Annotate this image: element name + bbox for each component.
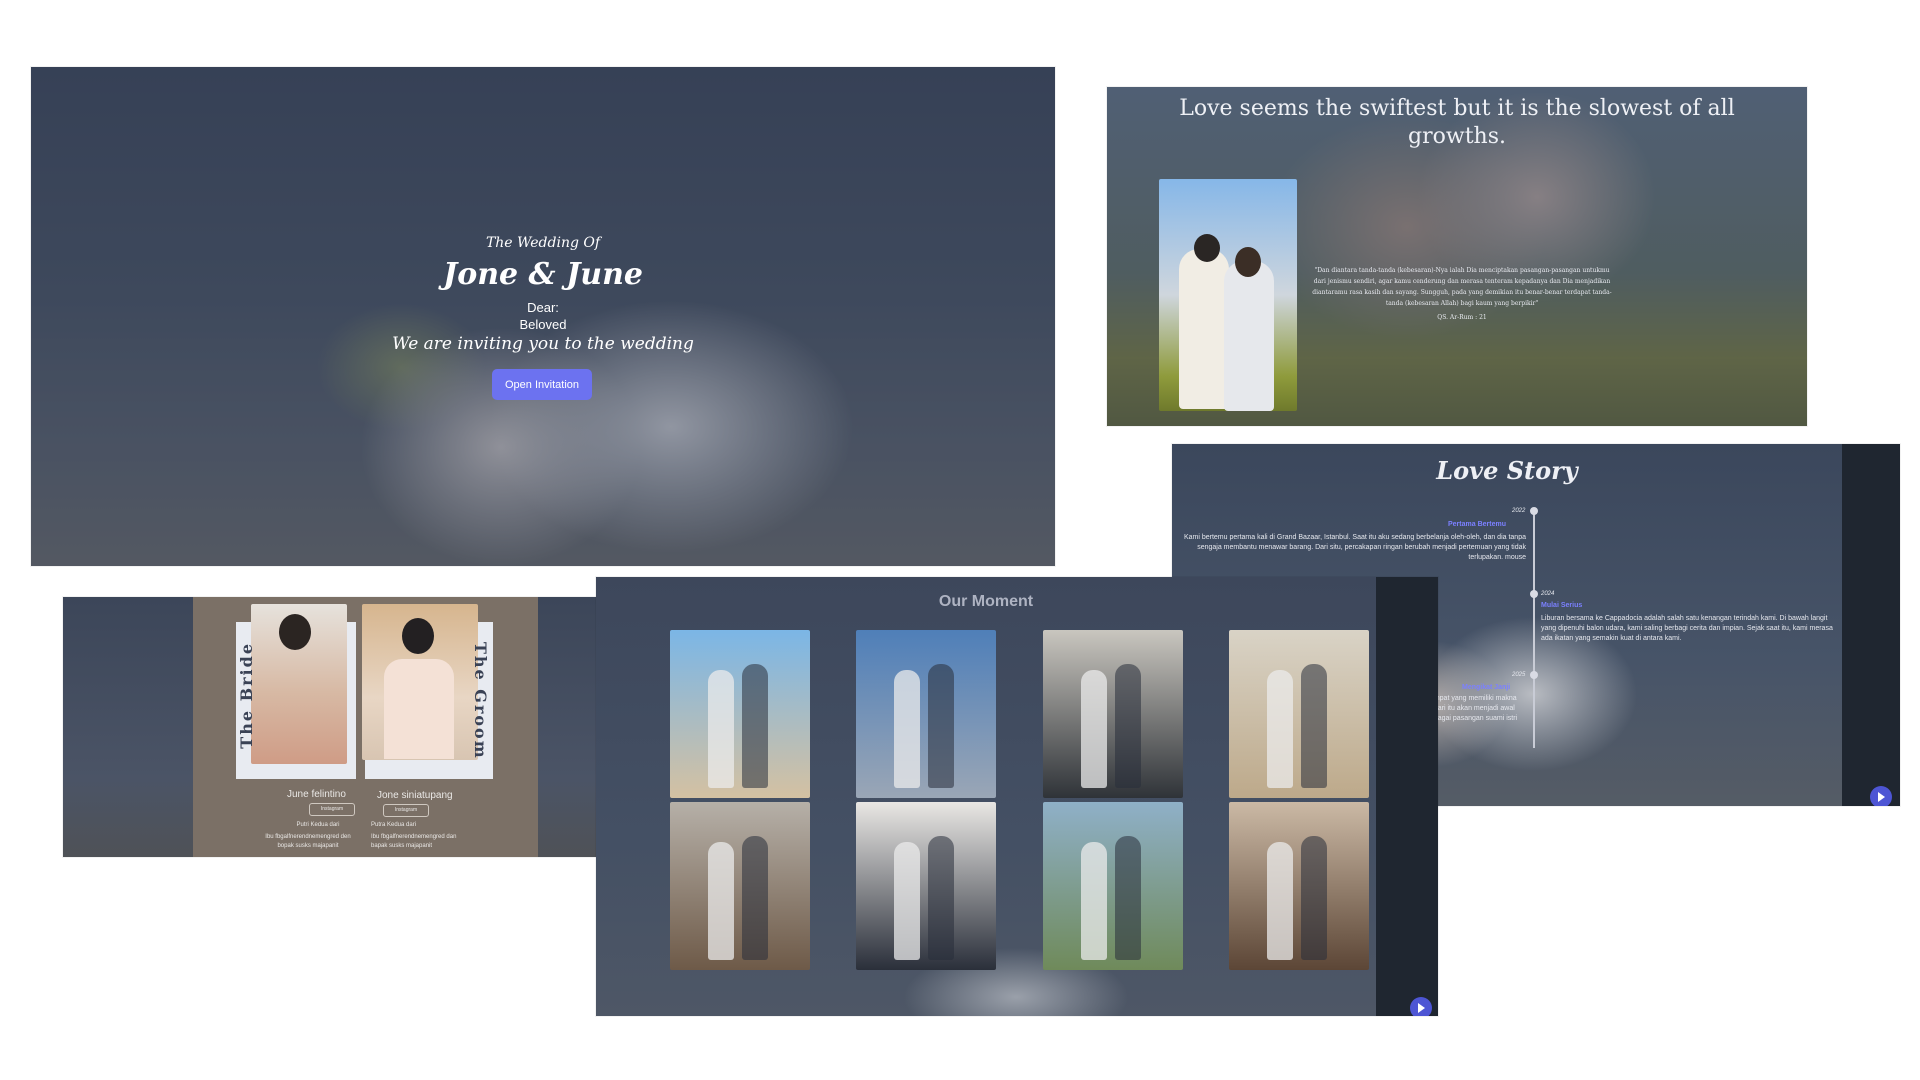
quote-headline: Love seems the swiftest but it is the sl… bbox=[1179, 96, 1735, 149]
invite-text: We are inviting you to the wedding bbox=[392, 334, 694, 354]
groom-child-order: Putra Kedua dari bbox=[371, 822, 417, 828]
quran-verse: "Dan diantara tanda-tanda (kebesaran)-Ny… bbox=[1312, 267, 1612, 307]
timeline-line bbox=[1533, 508, 1535, 748]
love-story-title: Love Story bbox=[1436, 456, 1578, 485]
gallery-photo[interactable] bbox=[1043, 802, 1183, 970]
verse-source: QS. Ar-Rum : 21 bbox=[1437, 314, 1487, 321]
gallery-photo[interactable] bbox=[1229, 630, 1369, 798]
bride-instagram-button[interactable]: Instagram bbox=[309, 803, 355, 816]
play-icon[interactable] bbox=[1410, 997, 1432, 1016]
bride-parents: Ibu fbgalfnerendnemengred den bopak susk… bbox=[265, 834, 351, 849]
open-invitation-button[interactable]: Open Invitation bbox=[492, 369, 592, 400]
cover-section: The Wedding Of Jone & June Dear: Beloved… bbox=[31, 67, 1055, 566]
groom-title: The Groom bbox=[471, 642, 490, 760]
event-year: 2022 bbox=[1512, 508, 1526, 514]
quote-section: Love seems the swiftest but it is the sl… bbox=[1107, 87, 1807, 426]
gallery-photo[interactable] bbox=[670, 630, 810, 798]
check-circle-icon bbox=[1530, 507, 1538, 515]
guest-name: Beloved bbox=[519, 317, 567, 332]
couple-photo bbox=[1159, 179, 1297, 411]
gallery-title: Our Moment bbox=[938, 593, 1034, 610]
event-text: Liburan bersama ke Cappadocia adalah sal… bbox=[1541, 615, 1833, 642]
right-sidebar bbox=[1842, 444, 1900, 806]
gallery-photo[interactable] bbox=[1043, 630, 1183, 798]
bride-title: The Bride bbox=[237, 642, 256, 749]
event-title: Mulai Serius bbox=[1541, 602, 1583, 609]
event-text: Kami bertemu pertama kali di Grand Bazaa… bbox=[1183, 534, 1526, 561]
event-text: ...mpat yang memiliki makna ...hari itu … bbox=[1428, 695, 1518, 722]
gallery-section: Our Moment bbox=[596, 577, 1438, 1016]
bride-groom-section: The Bride The Groom June felintino Insta… bbox=[63, 597, 608, 857]
check-circle-icon bbox=[1530, 671, 1538, 679]
gallery-photo[interactable] bbox=[856, 630, 996, 798]
event-year: 2025 bbox=[1512, 672, 1526, 678]
couple-names: Jone & June bbox=[443, 257, 643, 292]
event-year: 2024 bbox=[1541, 591, 1555, 597]
gallery-photo[interactable] bbox=[856, 802, 996, 970]
event-title: Pertama Bertemu bbox=[1448, 521, 1506, 528]
check-circle-icon bbox=[1530, 590, 1538, 598]
groom-instagram-button[interactable]: Instagram bbox=[383, 804, 429, 817]
play-icon[interactable] bbox=[1870, 786, 1892, 806]
groom-name: Jone siniatupang bbox=[377, 790, 453, 801]
gallery-photo[interactable] bbox=[1229, 802, 1369, 970]
groom-parents: Ibu fbgalfnerendnemengred dan bapak susk… bbox=[371, 834, 457, 849]
groom-photo bbox=[362, 604, 478, 760]
dear-label: Dear: bbox=[527, 300, 559, 315]
bride-photo bbox=[251, 604, 347, 764]
gallery-photo[interactable] bbox=[670, 802, 810, 970]
right-sidebar bbox=[1376, 577, 1438, 1016]
bride-child-order: Putri Kedua dari bbox=[296, 822, 340, 828]
wedding-subtitle: The Wedding Of bbox=[485, 235, 601, 251]
bride-name: June felintino bbox=[287, 789, 346, 800]
event-title: Mengikat Janji bbox=[1462, 684, 1511, 691]
